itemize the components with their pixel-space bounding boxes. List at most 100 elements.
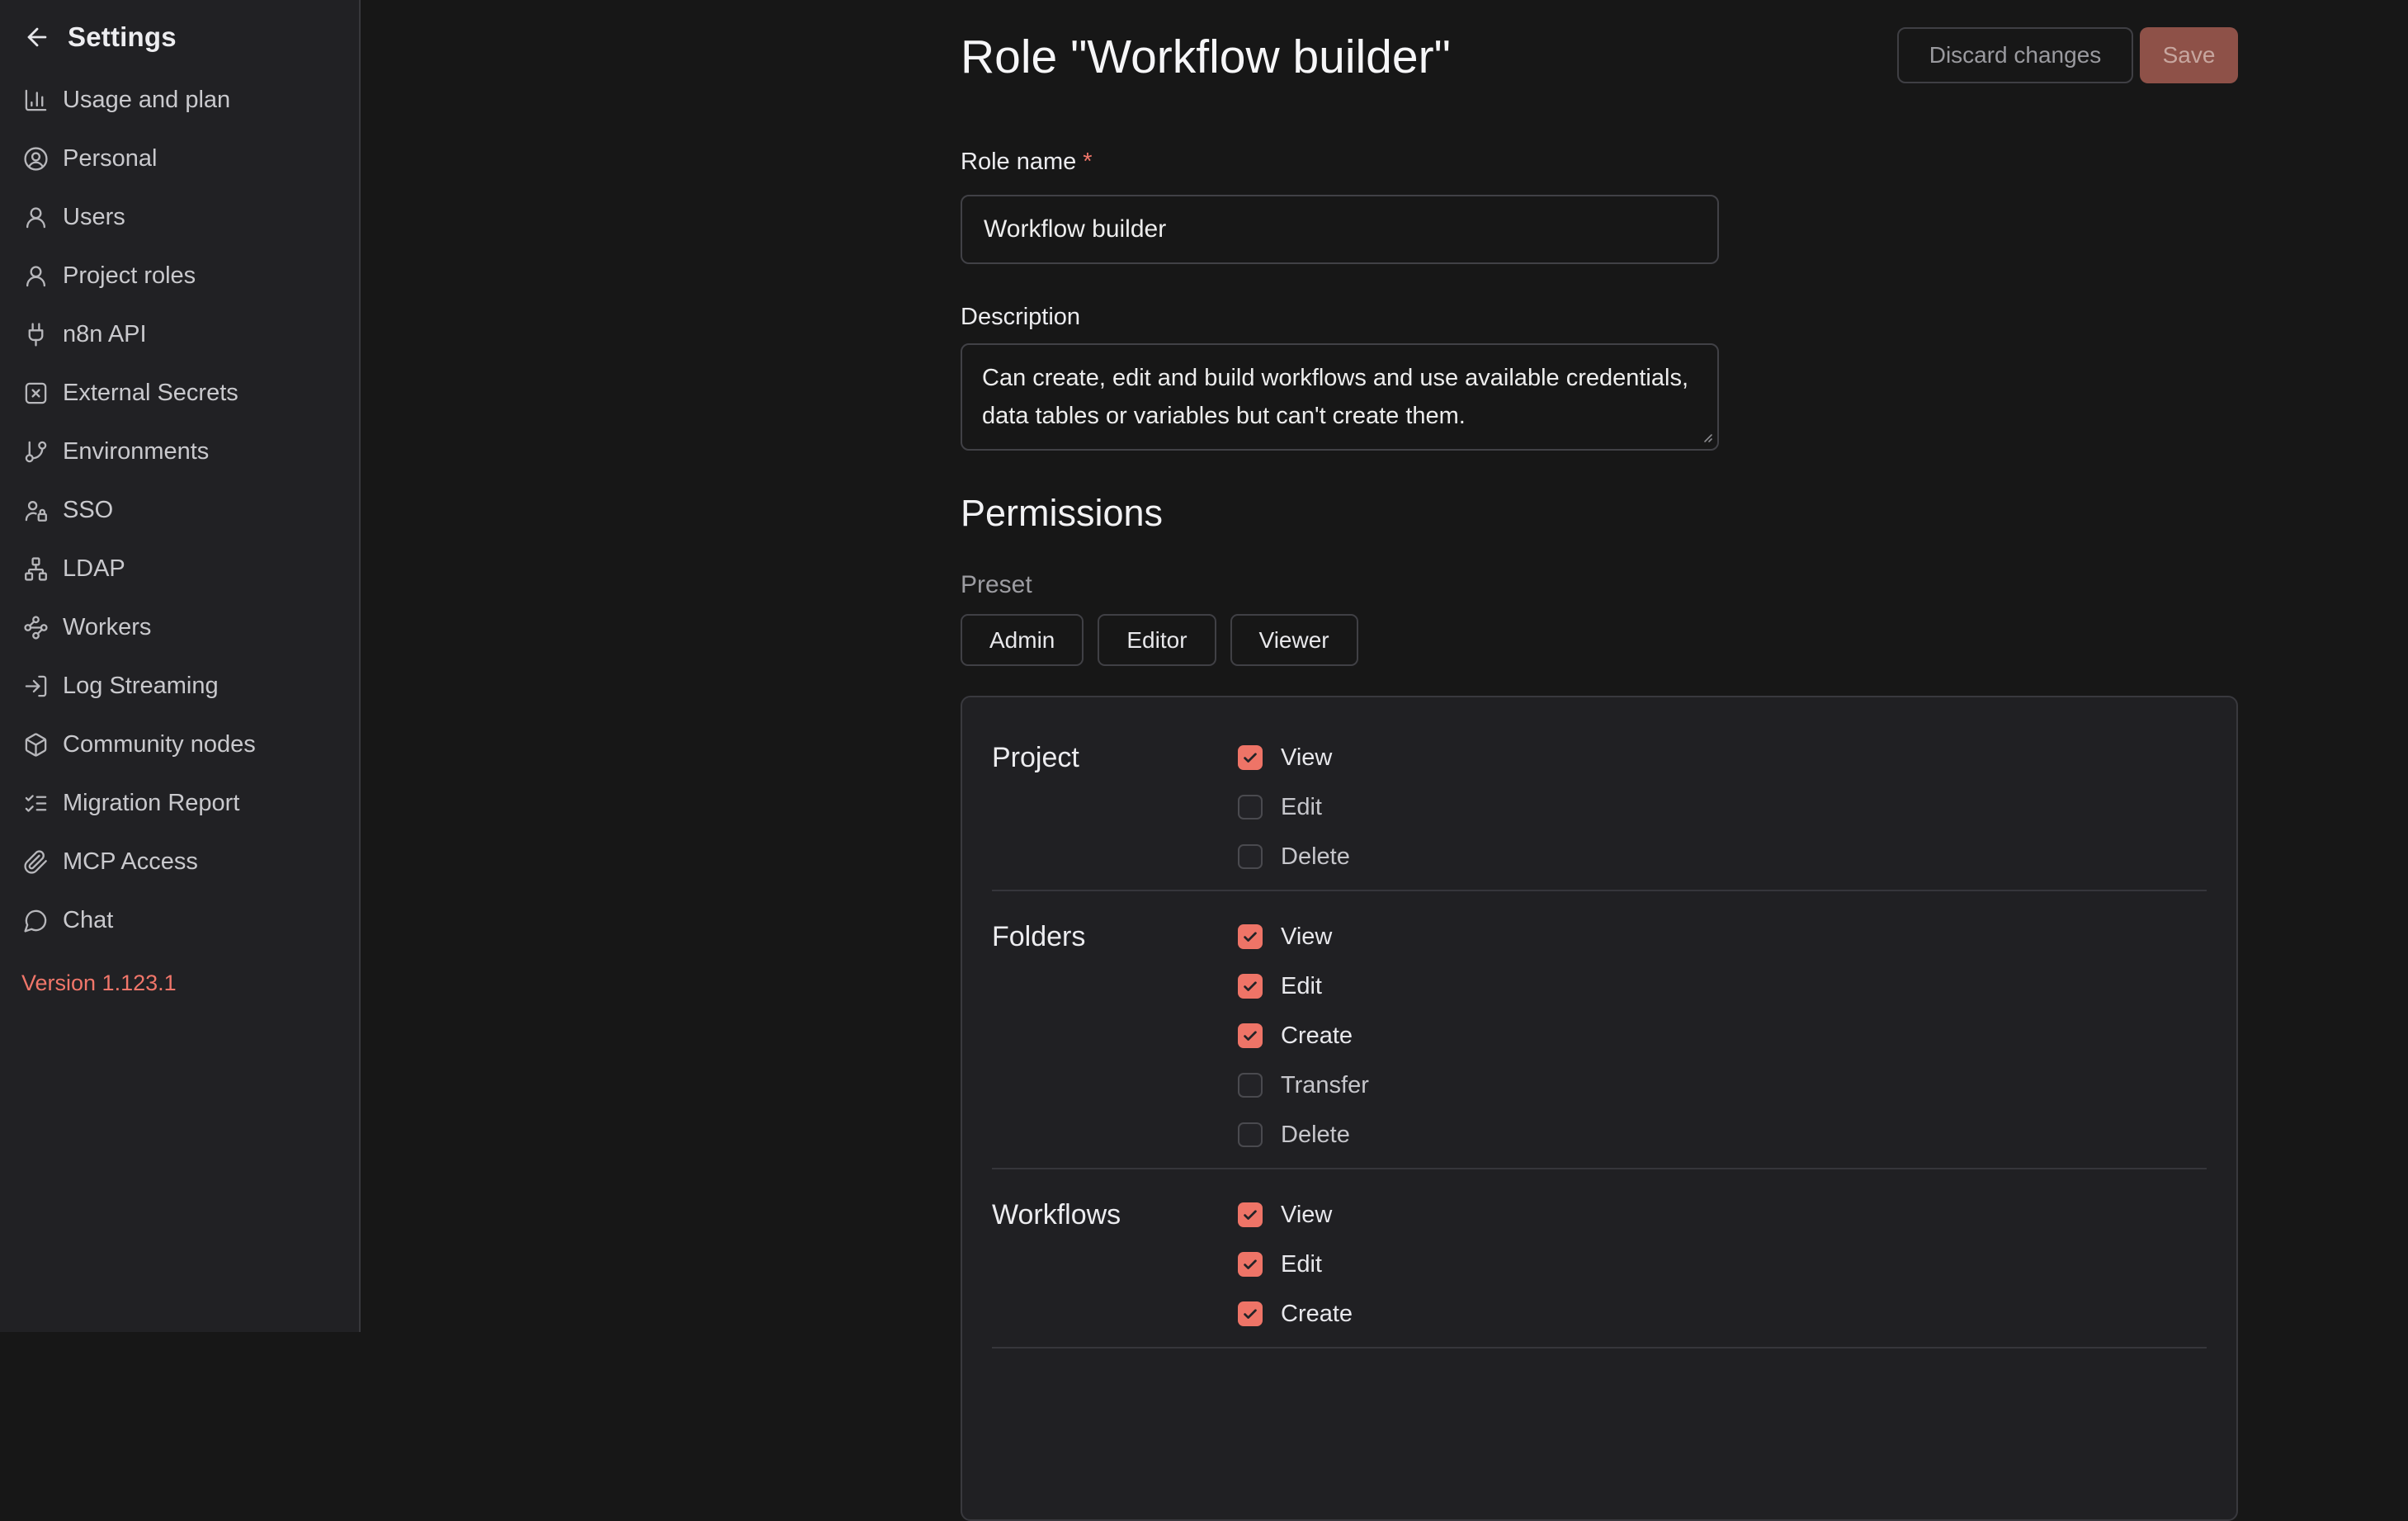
permission-options: View Edit Create Transfer Delete bbox=[1238, 912, 2207, 1160]
checkbox-checked-icon[interactable] bbox=[1238, 1202, 1263, 1227]
waypoints-icon bbox=[23, 615, 49, 640]
permission-options: View Edit Delete bbox=[1238, 733, 2207, 881]
settings-title: Settings bbox=[68, 21, 177, 53]
permission-section-title: Folders bbox=[992, 912, 1238, 1160]
permission-section-project: Project View Edit Delete bbox=[992, 712, 2207, 890]
sitemap-icon bbox=[23, 556, 49, 582]
sidebar-item-ldap[interactable]: LDAP bbox=[0, 540, 357, 598]
check-icon bbox=[1241, 1027, 1259, 1045]
permission-checkbox-workflows-edit[interactable]: Edit bbox=[1238, 1240, 2207, 1289]
permission-option-label: Create bbox=[1281, 1301, 1353, 1328]
box-x-icon bbox=[23, 380, 49, 406]
list-checks-icon bbox=[23, 791, 49, 816]
version-link[interactable]: Version 1.123.1 bbox=[21, 971, 177, 996]
permission-section-title: Workflows bbox=[992, 1190, 1238, 1339]
sidebar-item-workers[interactable]: Workers bbox=[0, 598, 357, 657]
user-circle-icon bbox=[23, 146, 49, 172]
sidebar-item-usage-and-plan[interactable]: Usage and plan bbox=[0, 71, 357, 130]
permission-section-folders: Folders View Edit Create Transfer Delete bbox=[992, 891, 2207, 1168]
sidebar-item-users[interactable]: Users bbox=[0, 188, 357, 247]
settings-back[interactable]: Settings bbox=[0, 0, 359, 53]
permission-option-label: Transfer bbox=[1281, 1072, 1369, 1099]
check-icon bbox=[1241, 749, 1259, 767]
sidebar-item-external-secrets[interactable]: External Secrets bbox=[0, 364, 357, 423]
preset-editor-button[interactable]: Editor bbox=[1098, 614, 1216, 666]
bar-chart-icon bbox=[23, 87, 49, 113]
preset-viewer-button[interactable]: Viewer bbox=[1230, 614, 1358, 666]
checkbox-checked-icon[interactable] bbox=[1238, 1252, 1263, 1277]
git-branch-icon bbox=[23, 439, 49, 465]
permission-checkbox-project-edit[interactable]: Edit bbox=[1238, 782, 2207, 832]
plug-icon bbox=[23, 322, 49, 347]
check-icon bbox=[1241, 977, 1259, 995]
permission-checkbox-folders-transfer[interactable]: Transfer bbox=[1238, 1060, 2207, 1110]
permission-section-workflows: Workflows View Edit Create bbox=[992, 1169, 2207, 1347]
description-input[interactable]: Can create, edit and build workflows and… bbox=[961, 343, 1719, 451]
checkbox-unchecked-icon[interactable] bbox=[1238, 1073, 1263, 1098]
permission-option-label: View bbox=[1281, 923, 1332, 951]
permission-option-label: Delete bbox=[1281, 1122, 1350, 1149]
check-icon bbox=[1241, 1305, 1259, 1323]
checkbox-checked-icon[interactable] bbox=[1238, 924, 1263, 949]
section-divider bbox=[992, 1347, 2207, 1349]
check-icon bbox=[1241, 928, 1259, 946]
sidebar-item-n8n-api[interactable]: n8n API bbox=[0, 305, 357, 364]
package-icon bbox=[23, 732, 49, 758]
save-button[interactable]: Save bbox=[2140, 27, 2238, 83]
paperclip-icon bbox=[23, 849, 49, 875]
permissions-heading: Permissions bbox=[961, 492, 1163, 535]
sidebar-item-sso[interactable]: SSO bbox=[0, 481, 357, 540]
checkbox-unchecked-icon[interactable] bbox=[1238, 1122, 1263, 1147]
role-name-input[interactable] bbox=[961, 195, 1719, 264]
permission-option-label: Edit bbox=[1281, 973, 1322, 1000]
sidebar-item-chat[interactable]: Chat bbox=[0, 891, 357, 950]
checkbox-checked-icon[interactable] bbox=[1238, 1301, 1263, 1326]
permission-checkbox-folders-delete[interactable]: Delete bbox=[1238, 1110, 2207, 1160]
permission-checkbox-project-delete[interactable]: Delete bbox=[1238, 832, 2207, 881]
permission-checkbox-workflows-create[interactable]: Create bbox=[1238, 1289, 2207, 1339]
settings-nav: Usage and plan Personal Users Project ro… bbox=[0, 71, 357, 950]
sidebar-item-environments[interactable]: Environments bbox=[0, 423, 357, 481]
sidebar-item-migration-report[interactable]: Migration Report bbox=[0, 774, 357, 833]
required-asterisk: * bbox=[1083, 149, 1092, 175]
permission-option-label: Edit bbox=[1281, 794, 1322, 821]
check-icon bbox=[1241, 1206, 1259, 1224]
arrow-left-icon[interactable] bbox=[23, 23, 51, 51]
preset-buttons: Admin Editor Viewer bbox=[961, 614, 1358, 666]
check-icon bbox=[1241, 1255, 1259, 1273]
discard-changes-button[interactable]: Discard changes bbox=[1897, 27, 2133, 83]
preset-admin-button[interactable]: Admin bbox=[961, 614, 1084, 666]
permission-section-title: Project bbox=[992, 733, 1238, 881]
settings-sidebar: Settings Usage and plan Personal Users P… bbox=[0, 0, 361, 1332]
user-icon bbox=[23, 205, 49, 230]
user-icon bbox=[23, 263, 49, 289]
permission-option-label: View bbox=[1281, 744, 1332, 772]
checkbox-checked-icon[interactable] bbox=[1238, 974, 1263, 999]
role-name-label: Role name* bbox=[961, 149, 1093, 176]
log-in-icon bbox=[23, 673, 49, 699]
permission-checkbox-folders-view[interactable]: View bbox=[1238, 912, 2207, 961]
permission-option-label: View bbox=[1281, 1202, 1332, 1229]
permission-checkbox-folders-create[interactable]: Create bbox=[1238, 1011, 2207, 1060]
checkbox-unchecked-icon[interactable] bbox=[1238, 844, 1263, 869]
permission-checkbox-project-view[interactable]: View bbox=[1238, 733, 2207, 782]
preset-label: Preset bbox=[961, 571, 1032, 599]
permission-checkbox-workflows-view[interactable]: View bbox=[1238, 1190, 2207, 1240]
checkbox-unchecked-icon[interactable] bbox=[1238, 795, 1263, 820]
sidebar-item-project-roles[interactable]: Project roles bbox=[0, 247, 357, 305]
sidebar-item-personal[interactable]: Personal bbox=[0, 130, 357, 188]
sidebar-item-mcp-access[interactable]: MCP Access bbox=[0, 833, 357, 891]
permissions-card: Project View Edit Delete Folders View Edit Crea… bbox=[961, 696, 2238, 1521]
permission-checkbox-folders-edit[interactable]: Edit bbox=[1238, 961, 2207, 1011]
sidebar-item-log-streaming[interactable]: Log Streaming bbox=[0, 657, 357, 716]
sidebar-item-community-nodes[interactable]: Community nodes bbox=[0, 716, 357, 774]
description-field-wrap: Can create, edit and build workflows and… bbox=[961, 343, 1719, 451]
permission-option-label: Edit bbox=[1281, 1251, 1322, 1278]
permission-options: View Edit Create bbox=[1238, 1190, 2207, 1339]
page-title: Role "Workflow builder" bbox=[961, 30, 1451, 84]
user-lock-icon bbox=[23, 498, 49, 523]
checkbox-checked-icon[interactable] bbox=[1238, 1023, 1263, 1048]
permission-option-label: Delete bbox=[1281, 843, 1350, 871]
checkbox-checked-icon[interactable] bbox=[1238, 745, 1263, 770]
description-label: Description bbox=[961, 304, 1080, 331]
